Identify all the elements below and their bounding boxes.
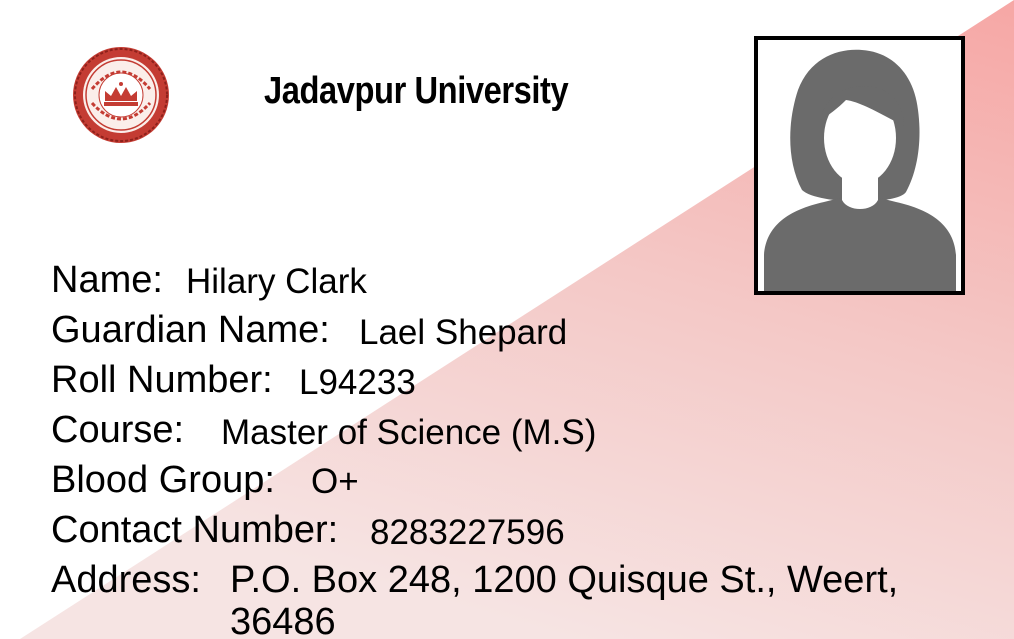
roll-label: Roll Number:	[51, 359, 273, 401]
address-row: Address:	[51, 558, 201, 602]
guardian-value: Lael Shepard	[359, 313, 568, 352]
name-row: Name: Hilary Clark	[51, 258, 367, 302]
guardian-row: Guardian Name: Lael Shepard	[51, 308, 567, 352]
address-label: Address:	[51, 559, 201, 601]
contact-row: Contact Number: 8283227596	[51, 508, 565, 552]
contact-value: 8283227596	[370, 513, 565, 552]
name-label: Name:	[51, 259, 163, 301]
address-value: P.O. Box 248, 1200 Quisque St., Weert, 3…	[230, 559, 899, 639]
course-value: Master of Science (M.S)	[221, 413, 597, 452]
blood-row: Blood Group: O+	[51, 458, 359, 502]
contact-label: Contact Number:	[51, 509, 339, 551]
blood-label: Blood Group:	[51, 459, 275, 501]
roll-value: L94233	[299, 363, 416, 402]
course-label: Course:	[51, 409, 185, 451]
person-silhouette-icon	[754, 36, 965, 295]
roll-row: Roll Number: L94233	[51, 358, 416, 402]
course-row: Course: Master of Science (M.S)	[51, 408, 596, 452]
university-name: Jadavpur University	[264, 70, 569, 112]
id-card: Jadavpur University Name: Hilary Clark G…	[0, 0, 1014, 639]
blood-value: O+	[311, 462, 359, 501]
name-value: Hilary Clark	[186, 262, 367, 301]
guardian-label: Guardian Name:	[51, 309, 330, 351]
university-seal-icon	[70, 45, 172, 145]
